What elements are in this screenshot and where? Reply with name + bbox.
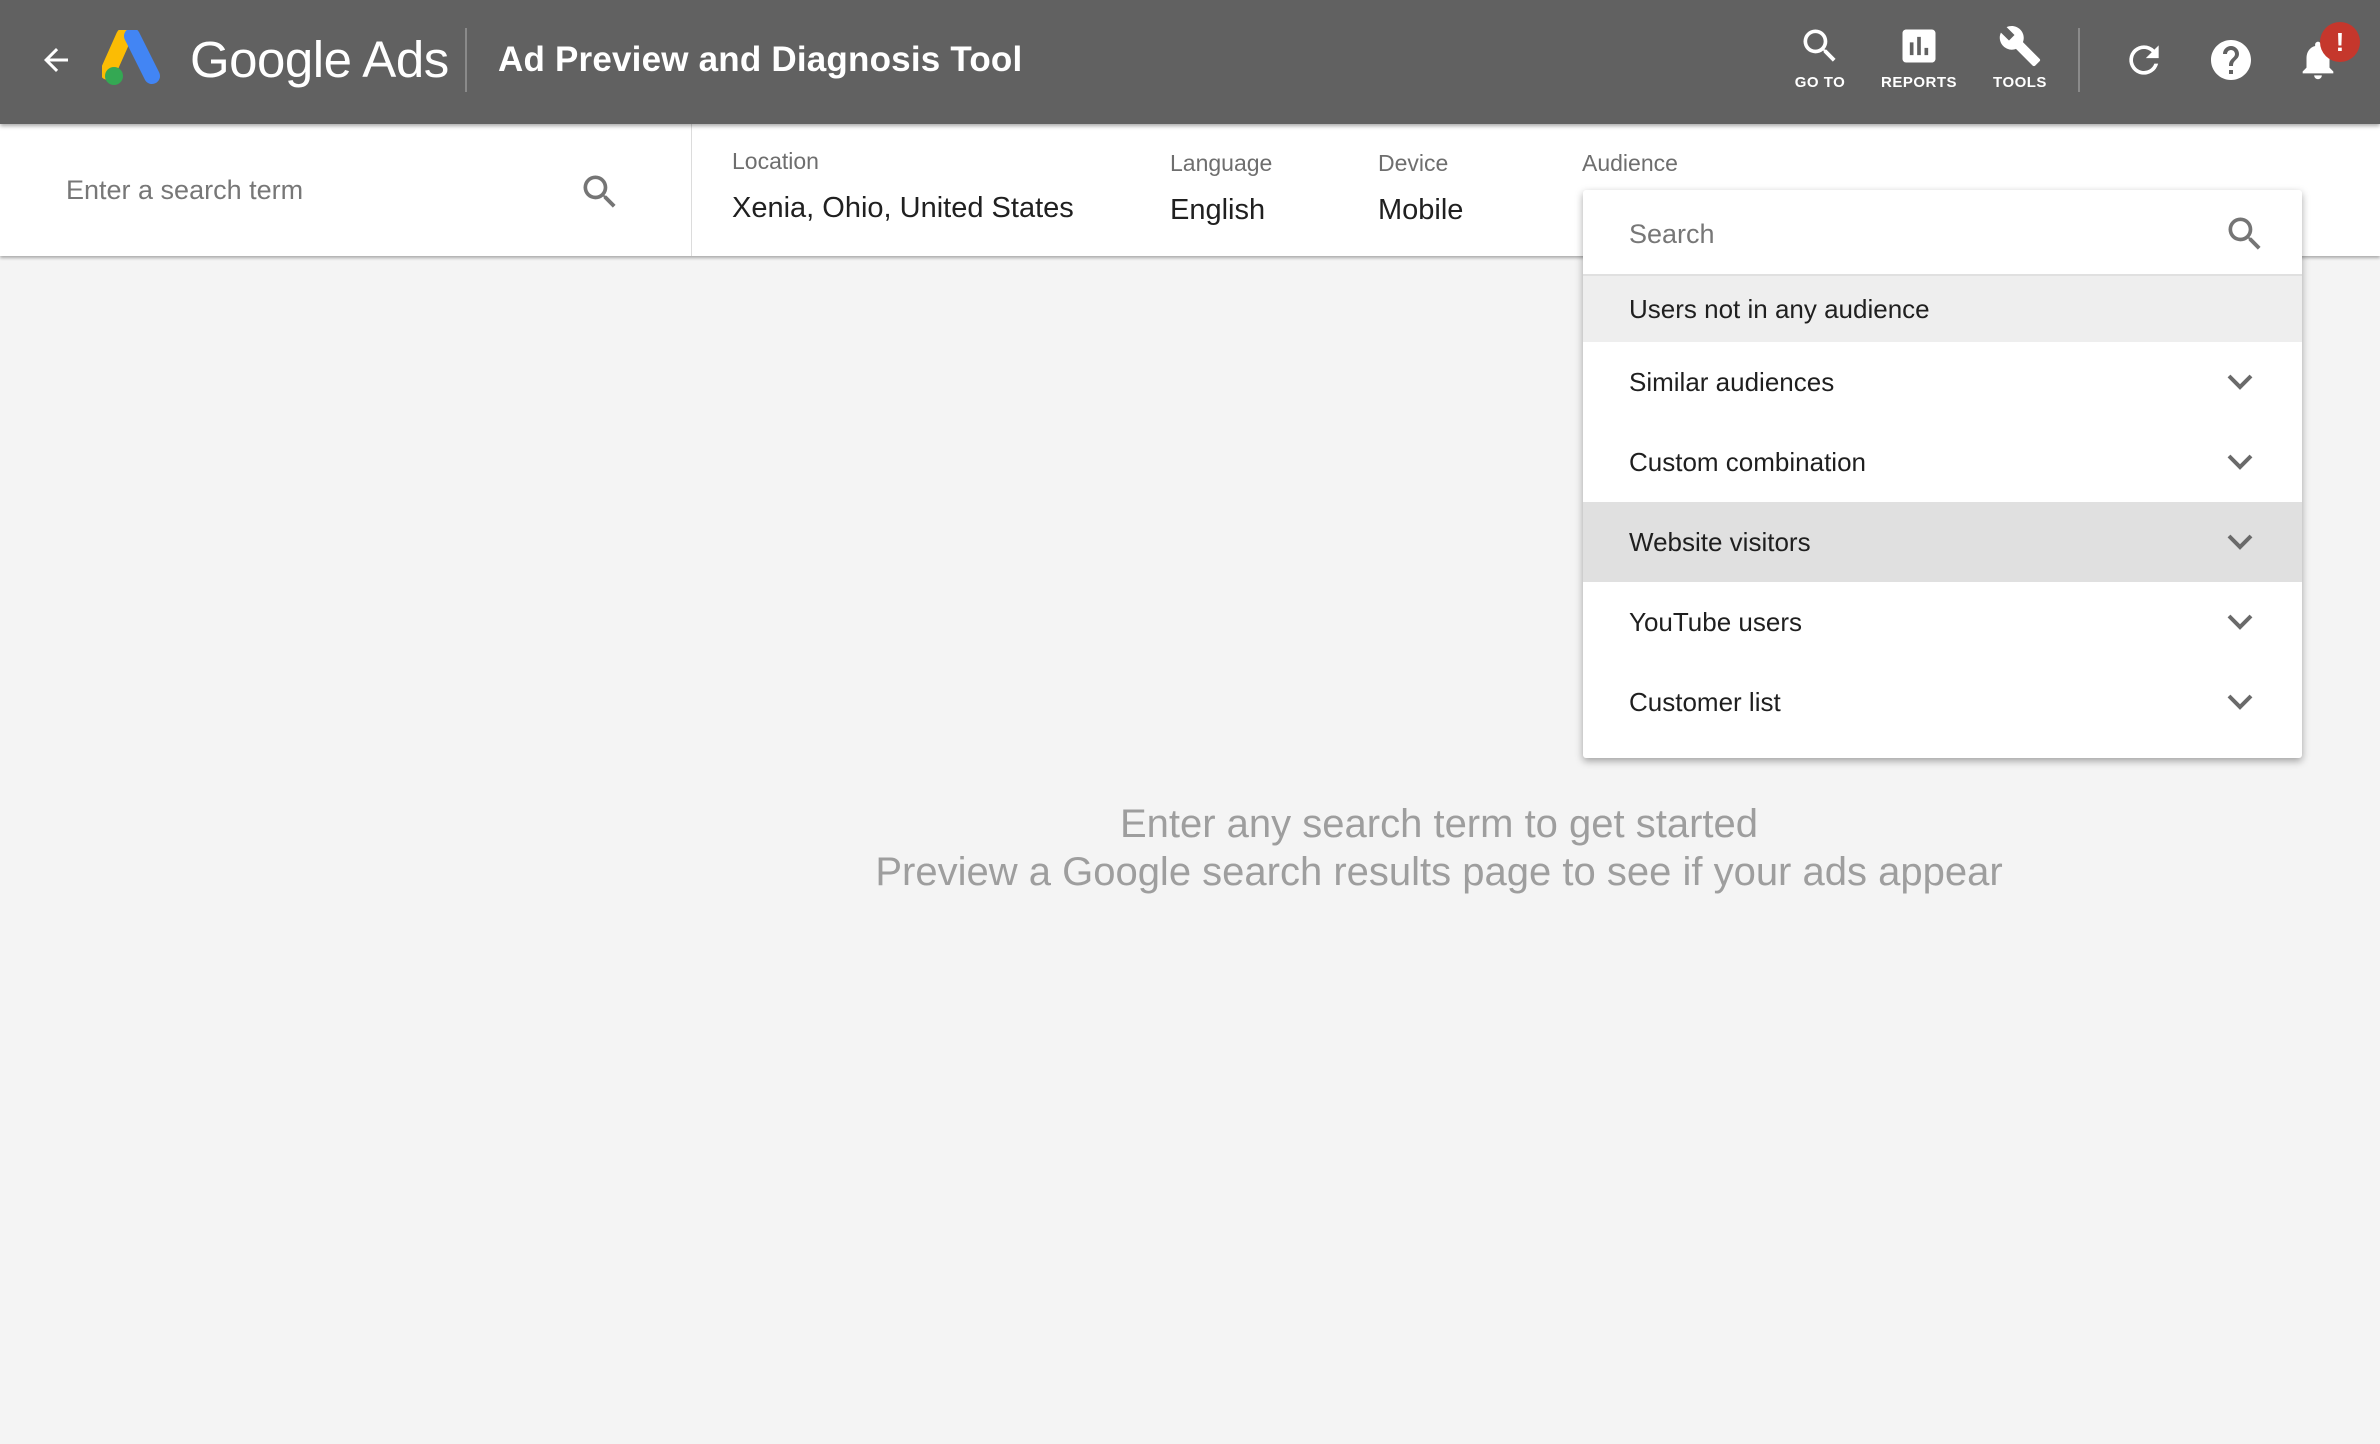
tools-label: TOOLS: [1993, 74, 2047, 91]
search-icon[interactable]: [578, 170, 622, 214]
audience-option-youtube-users[interactable]: YouTube users: [1583, 582, 2302, 662]
option-label: Customer list: [1629, 686, 1781, 717]
option-label: Website visitors: [1629, 526, 1811, 557]
device-label: Device: [1378, 150, 1449, 176]
help-button[interactable]: [2205, 34, 2257, 86]
audience-selector[interactable]: Audience: [1582, 148, 1678, 178]
bar-chart-icon: [1902, 29, 1936, 63]
search-icon[interactable]: [2223, 212, 2267, 256]
app-header: Google Ads Ad Preview and Diagnosis Tool…: [0, 0, 2380, 124]
option-label: Custom combination: [1629, 446, 1866, 477]
language-value: English: [1170, 194, 1266, 226]
reports-button[interactable]: REPORTS: [1872, 24, 1966, 100]
option-label: Users not in any audience: [1629, 293, 1930, 324]
go-to-button[interactable]: GO TO: [1780, 24, 1860, 100]
audience-search-input[interactable]: [1629, 212, 2189, 256]
header-divider: [2078, 28, 2080, 92]
notification-badge: !: [2320, 22, 2360, 62]
device-selector[interactable]: Device Mobile: [1378, 148, 1463, 230]
location-label: Location: [732, 148, 819, 174]
search-icon: [1803, 29, 1836, 62]
audience-label: Audience: [1582, 150, 1678, 176]
tools-button[interactable]: TOOLS: [1980, 24, 2060, 100]
language-label: Language: [1170, 150, 1273, 176]
search-term-box: [0, 124, 692, 256]
refresh-icon: [2129, 45, 2159, 75]
audience-search: [1583, 190, 2302, 276]
google-ads-logo-icon: [102, 30, 160, 85]
go-to-label: GO TO: [1794, 74, 1846, 91]
audience-option-customer-list[interactable]: Customer list: [1583, 662, 2302, 742]
location-value: Xenia, Ohio, United States: [732, 192, 1074, 224]
empty-state-subtext: Preview a Google search results page to …: [875, 850, 2003, 894]
empty-state: Enter any search term to get started Pre…: [0, 800, 2380, 896]
chevron-down-icon[interactable]: [2225, 450, 2255, 474]
chevron-down-icon[interactable]: [2225, 370, 2255, 394]
page-title: Ad Preview and Diagnosis Tool: [498, 40, 1023, 79]
brand-name: Google Ads: [190, 31, 449, 88]
search-term-input[interactable]: [66, 168, 546, 212]
option-label: Similar audiences: [1629, 366, 1835, 397]
chevron-down-icon[interactable]: [2225, 530, 2255, 554]
device-value: Mobile: [1378, 194, 1464, 226]
chevron-down-icon[interactable]: [2225, 610, 2255, 634]
arrow-back-icon: [44, 48, 68, 72]
wrench-icon: [1999, 26, 2041, 67]
back-button[interactable]: [36, 38, 76, 82]
location-selector[interactable]: Location Xenia, Ohio, United States: [732, 146, 1074, 228]
language-selector[interactable]: Language English: [1170, 148, 1272, 230]
option-label: YouTube users: [1629, 606, 1802, 637]
reports-label: REPORTS: [1880, 74, 1957, 91]
help-icon: [2211, 40, 2251, 80]
audience-option-website-visitors[interactable]: Website visitors: [1583, 502, 2302, 582]
audience-option-custom-combination[interactable]: Custom combination: [1583, 422, 2302, 502]
audience-option-similar-audiences[interactable]: Similar audiences: [1583, 342, 2302, 422]
chevron-down-icon[interactable]: [2225, 690, 2255, 714]
audience-option-users-not-in-any-audience[interactable]: Users not in any audience: [1583, 276, 2302, 342]
empty-state-headline: Enter any search term to get started: [1119, 802, 1759, 846]
audience-dropdown: Users not in any audience Similar audien…: [1583, 190, 2302, 758]
refresh-button[interactable]: [2118, 34, 2170, 86]
header-divider: [465, 28, 467, 92]
